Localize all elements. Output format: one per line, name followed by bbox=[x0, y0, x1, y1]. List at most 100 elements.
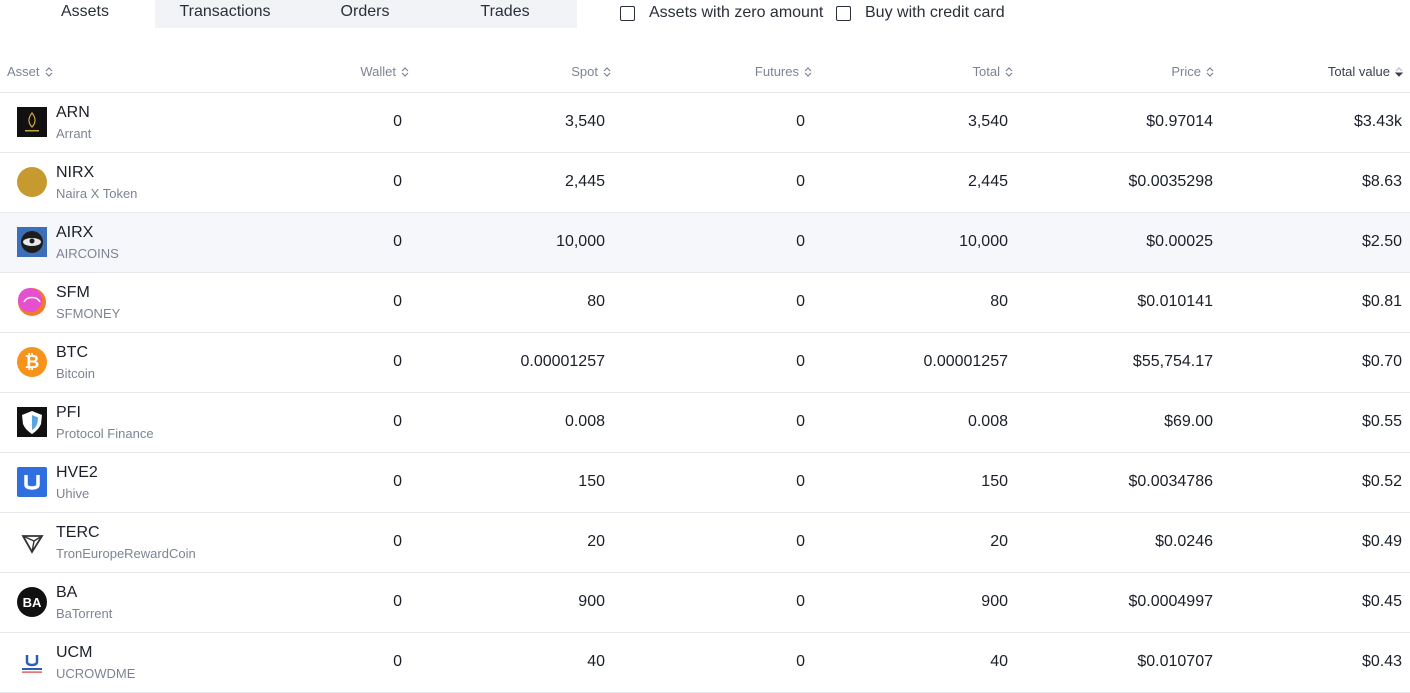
asset-symbol: BTC bbox=[56, 344, 88, 361]
price-cell: $69.00 bbox=[1164, 413, 1213, 430]
tab-orders[interactable]: Orders bbox=[295, 0, 435, 28]
column-header-label: Spot bbox=[571, 64, 598, 79]
total-value-cell: $2.50 bbox=[1361, 233, 1402, 250]
zero-amount-filter[interactable]: Assets with zero amount bbox=[620, 4, 823, 22]
column-header-wallet[interactable]: Wallet bbox=[360, 64, 409, 79]
asset-name: BaTorrent bbox=[56, 606, 113, 621]
table-row[interactable]: UCM UCROWDME 0 40 0 40 $0.010707 $0.43 bbox=[0, 633, 1410, 693]
tab-bar: Assets Transactions Orders Trades bbox=[15, 0, 577, 28]
sort-icon bbox=[1206, 66, 1214, 77]
asset-symbol: NIRX bbox=[56, 164, 95, 181]
table-row[interactable]: ₿ BTC Bitcoin 0 0.00001257 0 0.00001257 … bbox=[0, 333, 1410, 393]
price-cell: $0.0035298 bbox=[1128, 173, 1213, 190]
spot-cell: 2,445 bbox=[564, 173, 605, 190]
asset-name: UCROWDME bbox=[56, 666, 136, 681]
futures-cell: 0 bbox=[796, 173, 805, 190]
futures-cell: 0 bbox=[796, 293, 805, 310]
asset-name: Naira X Token bbox=[56, 186, 138, 201]
credit-card-checkbox[interactable] bbox=[836, 5, 851, 21]
sort-icon bbox=[603, 66, 611, 77]
wallet-cell: 0 bbox=[393, 113, 402, 130]
wallet-cell: 0 bbox=[393, 293, 402, 310]
spot-cell: 150 bbox=[578, 473, 605, 490]
table-row[interactable]: TERC TronEuropeRewardCoin 0 20 0 20 $0.0… bbox=[0, 513, 1410, 573]
column-header-futures[interactable]: Futures bbox=[755, 64, 812, 79]
spot-cell: 0.008 bbox=[564, 413, 605, 430]
total-cell: 0.00001257 bbox=[923, 353, 1008, 370]
uhive-logo-icon bbox=[17, 467, 47, 497]
wallet-cell: 0 bbox=[393, 173, 402, 190]
asset-name: SFMONEY bbox=[56, 306, 121, 321]
asset-name: TronEuropeRewardCoin bbox=[56, 546, 196, 561]
asset-name: AIRCOINS bbox=[56, 246, 119, 261]
asset-name: Arrant bbox=[56, 126, 92, 141]
top-bar: Assets Transactions Orders Trades Assets… bbox=[0, 0, 1410, 30]
total-value-cell: $0.81 bbox=[1361, 293, 1402, 310]
wallet-cell: 0 bbox=[393, 413, 402, 430]
price-cell: $0.0034786 bbox=[1128, 473, 1213, 490]
asset-symbol: BA bbox=[56, 584, 78, 601]
price-cell: $0.010141 bbox=[1137, 293, 1213, 310]
spot-cell: 80 bbox=[587, 293, 605, 310]
spot-cell: 3,540 bbox=[564, 113, 605, 130]
batorrent-glyph: BA bbox=[23, 595, 42, 610]
total-cell: 80 bbox=[990, 293, 1008, 310]
futures-cell: 0 bbox=[796, 473, 805, 490]
price-cell: $0.010707 bbox=[1137, 653, 1213, 670]
total-value-cell: $0.43 bbox=[1361, 653, 1402, 670]
nairax-logo-icon bbox=[17, 167, 47, 197]
sort-icon bbox=[45, 66, 52, 77]
total-value-cell: $3.43k bbox=[1353, 113, 1402, 130]
total-cell: 10,000 bbox=[959, 233, 1008, 250]
credit-card-filter[interactable]: Buy with credit card bbox=[836, 4, 1005, 22]
asset-name: Protocol Finance bbox=[56, 426, 154, 441]
tab-assets[interactable]: Assets bbox=[15, 0, 155, 28]
column-header-price[interactable]: Price bbox=[1171, 64, 1214, 79]
tab-trades[interactable]: Trades bbox=[435, 0, 575, 28]
sort-icon bbox=[1005, 66, 1013, 77]
bitcoin-glyph: ₿ bbox=[25, 352, 40, 373]
price-cell: $0.0246 bbox=[1155, 533, 1213, 550]
asset-symbol: AIRX bbox=[56, 224, 94, 241]
column-header-label: Asset bbox=[7, 64, 40, 79]
total-value-cell: $0.55 bbox=[1361, 413, 1402, 430]
table-row[interactable]: BA BA BaTorrent 0 900 0 900 $0.0004997 $… bbox=[0, 573, 1410, 633]
wallet-cell: 0 bbox=[393, 233, 402, 250]
sfmoney-logo-icon bbox=[17, 287, 47, 317]
total-value-cell: $0.70 bbox=[1361, 353, 1402, 370]
total-cell: 20 bbox=[990, 533, 1008, 550]
column-header-label: Price bbox=[1171, 64, 1201, 79]
asset-symbol: PFI bbox=[56, 404, 81, 421]
futures-cell: 0 bbox=[796, 533, 805, 550]
total-value-cell: $8.63 bbox=[1361, 173, 1402, 190]
column-header-spot[interactable]: Spot bbox=[571, 64, 611, 79]
table-row[interactable]: SFM SFMONEY 0 80 0 80 $0.010141 $0.81 bbox=[0, 273, 1410, 333]
asset-symbol: TERC bbox=[56, 524, 100, 541]
table-row[interactable]: NIRX Naira X Token 0 2,445 0 2,445 $0.00… bbox=[0, 153, 1410, 213]
futures-cell: 0 bbox=[796, 113, 805, 130]
total-cell: 0.008 bbox=[967, 413, 1008, 430]
total-cell: 150 bbox=[981, 473, 1008, 490]
futures-cell: 0 bbox=[796, 233, 805, 250]
terc-logo-icon bbox=[17, 527, 47, 557]
assets-table: Asset Wallet Spot Futures Total Price To… bbox=[0, 50, 1410, 693]
table-row[interactable]: HVE2 Uhive 0 150 0 150 $0.0034786 $0.52 bbox=[0, 453, 1410, 513]
futures-cell: 0 bbox=[796, 653, 805, 670]
column-header-asset[interactable]: Asset bbox=[7, 64, 53, 79]
table-row[interactable]: AIRX AIRCOINS 0 10,000 0 10,000 $0.00025… bbox=[0, 213, 1410, 273]
asset-symbol: UCM bbox=[56, 644, 93, 661]
table-row[interactable]: PFI Protocol Finance 0 0.008 0 0.008 $69… bbox=[0, 393, 1410, 453]
zero-amount-checkbox[interactable] bbox=[620, 5, 635, 21]
column-header-total[interactable]: Total bbox=[973, 64, 1013, 79]
sort-icon bbox=[401, 66, 409, 77]
spot-cell: 10,000 bbox=[556, 233, 605, 250]
asset-symbol: HVE2 bbox=[56, 464, 98, 481]
tab-transactions[interactable]: Transactions bbox=[155, 0, 295, 28]
batorrent-logo-icon: BA bbox=[17, 587, 47, 617]
wallet-cell: 0 bbox=[393, 473, 402, 490]
price-cell: $0.97014 bbox=[1146, 113, 1213, 130]
column-header-total-value[interactable]: Total value bbox=[1328, 64, 1403, 79]
total-cell: 40 bbox=[990, 653, 1008, 670]
table-row[interactable]: ARN Arrant 0 3,540 0 3,540 $0.97014 $3.4… bbox=[0, 93, 1410, 153]
total-cell: 3,540 bbox=[967, 113, 1008, 130]
